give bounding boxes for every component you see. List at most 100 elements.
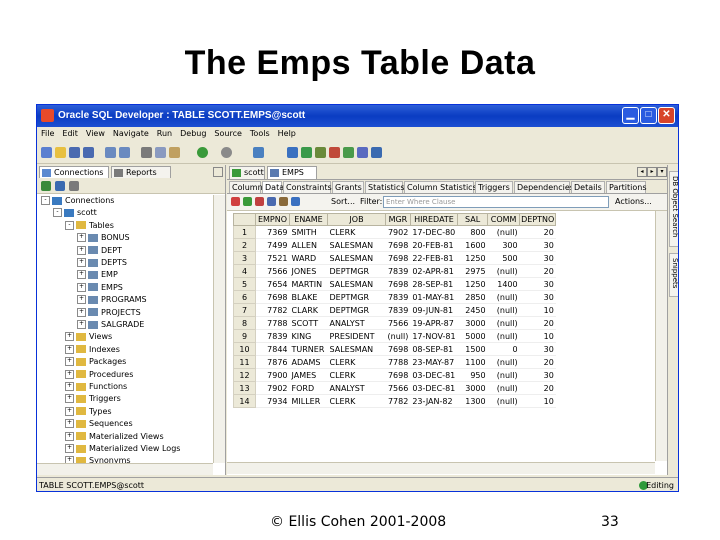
add-connection-icon[interactable]	[41, 181, 51, 191]
expand-icon[interactable]: +	[65, 332, 74, 342]
cell-comm[interactable]: (null)	[487, 303, 520, 317]
cell-empno[interactable]: 7698	[255, 290, 290, 304]
cell-mgr[interactable]: 7839	[385, 303, 411, 317]
cell-mgr[interactable]: 7902	[385, 225, 411, 239]
menu-run[interactable]: Run	[153, 127, 176, 140]
refresh-data-icon[interactable]	[291, 197, 300, 206]
maximize-button[interactable]: □	[640, 107, 657, 124]
cell-sal[interactable]: 1300	[457, 394, 488, 408]
delete-row-icon[interactable]	[255, 197, 264, 206]
column-header-ename[interactable]: ENAME	[289, 213, 328, 226]
tree-item-salgrade[interactable]: + SALGRADE	[77, 319, 144, 331]
cell-hiredate[interactable]: 08-SEP-81	[410, 342, 458, 356]
cell-job[interactable]: PRESIDENT	[327, 329, 386, 343]
collapse-icon[interactable]: -	[65, 220, 74, 230]
cell-comm[interactable]: (null)	[487, 225, 520, 239]
report-icon[interactable]	[371, 147, 382, 158]
cell-empno[interactable]: 7902	[255, 381, 290, 395]
cell-deptno[interactable]: 30	[519, 368, 556, 382]
cell-comm[interactable]: 0	[487, 342, 520, 356]
refresh-connections-icon[interactable]	[55, 181, 65, 191]
table-row[interactable]: 7 7782 CLARK DEPTMGR 7839 09-JUN-81 2450 (null)…	[233, 303, 556, 317]
column-header-sal[interactable]: SAL	[457, 213, 489, 226]
cell-comm[interactable]: 1400	[487, 277, 520, 291]
cell-mgr[interactable]: (null)	[385, 329, 411, 343]
tree-item-materialized-view-logs[interactable]: + Materialized View Logs	[65, 443, 180, 455]
cell-ename[interactable]: KING	[289, 329, 328, 343]
minimize-button[interactable]: ▁	[622, 107, 639, 124]
refresh-icon[interactable]	[301, 147, 312, 158]
cell-empno[interactable]: 7900	[255, 368, 290, 382]
cell-sal[interactable]: 800	[457, 225, 488, 239]
cell-deptno[interactable]: 20	[519, 355, 556, 369]
tree-item-triggers[interactable]: + Triggers	[65, 393, 121, 405]
cell-deptno[interactable]: 30	[519, 290, 556, 304]
tree-item-views[interactable]: + Views	[65, 331, 112, 343]
expand-icon[interactable]: +	[65, 344, 74, 354]
cell-comm[interactable]: 500	[487, 251, 520, 265]
cell-comm[interactable]: (null)	[487, 290, 520, 304]
column-header-mgr[interactable]: MGR	[385, 213, 411, 226]
expand-icon[interactable]: +	[65, 357, 74, 367]
table-row[interactable]: 5 7654 MARTIN SALESMAN 7698 28-SEP-81 1250 1400…	[233, 277, 556, 291]
table-row[interactable]: 10 7844 TURNER SALESMAN 7698 08-SEP-81 1500 0 30	[233, 342, 556, 356]
monitor-icon[interactable]	[357, 147, 368, 158]
new-icon[interactable]	[41, 147, 52, 158]
cell-deptno[interactable]: 20	[519, 316, 556, 330]
copy-icon[interactable]	[155, 147, 166, 158]
expand-icon[interactable]: +	[77, 245, 86, 255]
sql-worksheet-icon[interactable]	[287, 147, 298, 158]
menu-debug[interactable]: Debug	[176, 127, 210, 140]
redo-icon[interactable]	[119, 147, 130, 158]
expand-icon[interactable]: +	[65, 419, 74, 429]
cell-job[interactable]: CLERK	[327, 394, 386, 408]
column-header-job[interactable]: JOB	[327, 213, 386, 226]
tab-data[interactable]: Data	[262, 181, 284, 193]
cell-job[interactable]: DEPTMGR	[327, 303, 386, 317]
tabs-list-icon[interactable]: ▾	[657, 167, 667, 177]
expand-icon[interactable]: +	[77, 320, 86, 329]
cell-hiredate[interactable]: 19-APR-87	[410, 316, 458, 330]
cell-hiredate[interactable]: 09-JUN-81	[410, 303, 458, 317]
sort-button[interactable]: Sort...	[331, 197, 355, 206]
tab-grants[interactable]: Grants	[332, 181, 364, 193]
undo-icon[interactable]	[105, 147, 116, 158]
cell-deptno[interactable]: 20	[519, 381, 556, 395]
cut-icon[interactable]	[141, 147, 152, 158]
cell-mgr[interactable]: 7698	[385, 277, 411, 291]
insert-row-icon[interactable]	[243, 197, 252, 206]
tabs-left-arrow-icon[interactable]: ◂	[637, 167, 647, 177]
expand-icon[interactable]: +	[77, 258, 86, 267]
cell-empno[interactable]: 7934	[255, 394, 290, 408]
cell-empno[interactable]: 7566	[255, 264, 290, 278]
cell-comm[interactable]: (null)	[487, 368, 520, 382]
cell-sal[interactable]: 1500	[457, 342, 488, 356]
column-header-hiredate[interactable]: HIREDATE	[409, 213, 459, 226]
cell-empno[interactable]: 7499	[255, 238, 290, 252]
cell-deptno[interactable]: 10	[519, 303, 556, 317]
cell-mgr[interactable]: 7788	[385, 355, 411, 369]
cell-hiredate[interactable]: 03-DEC-81	[410, 381, 458, 395]
tree-item-tables[interactable]: - Tables	[65, 220, 114, 232]
table-row[interactable]: 9 7839 KING PRESIDENT (null) 17-NOV-81 5000 (nu…	[233, 329, 556, 343]
cell-ename[interactable]: MILLER	[289, 394, 328, 408]
table-row[interactable]: 11 7876 ADAMS CLERK 7788 23-MAY-87 1100 (null) 2…	[233, 355, 556, 369]
cell-sal[interactable]: 2450	[457, 303, 488, 317]
tree-item-packages[interactable]: + Packages	[65, 356, 126, 368]
menu-tools[interactable]: Tools	[246, 127, 274, 140]
cell-job[interactable]: ANALYST	[327, 381, 386, 395]
tab-db-object-search[interactable]: DB Object Search	[669, 171, 678, 247]
cell-job[interactable]: ANALYST	[327, 316, 386, 330]
column-header-comm[interactable]: COMM	[487, 213, 521, 226]
cell-empno[interactable]: 7844	[255, 342, 290, 356]
cell-deptno[interactable]: 30	[519, 251, 556, 265]
tab-details[interactable]: Details	[571, 181, 605, 193]
cell-comm[interactable]: (null)	[487, 329, 520, 343]
cell-sal[interactable]: 1250	[457, 277, 488, 291]
table-row[interactable]: 3 7521 WARD SALESMAN 7698 22-FEB-81 1250 500 30	[233, 251, 556, 265]
expand-icon[interactable]: +	[77, 233, 86, 243]
cell-comm[interactable]: 300	[487, 238, 520, 252]
cell-job[interactable]: SALESMAN	[327, 342, 386, 356]
cell-ename[interactable]: MARTIN	[289, 277, 328, 291]
cell-mgr[interactable]: 7698	[385, 342, 411, 356]
